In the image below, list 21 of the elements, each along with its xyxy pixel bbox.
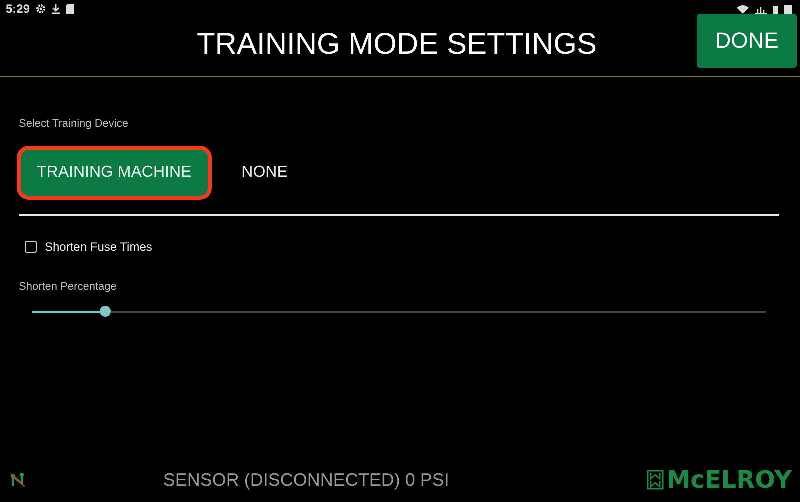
brand-logo: McELROY [666, 466, 792, 494]
checkbox[interactable] [25, 241, 37, 253]
disconnected-icon [10, 472, 26, 488]
signal-icon [755, 4, 767, 14]
slider-thumb[interactable] [100, 306, 112, 317]
logo-mark-icon [646, 470, 664, 490]
download-icon [52, 4, 60, 14]
done-button[interactable]: DONE [697, 14, 797, 68]
wifi-icon [737, 4, 749, 14]
slider-label: Shorten Percentage [19, 281, 118, 293]
checkbox-label: Shorten Fuse Times [45, 240, 152, 254]
sensor-status: SENSOR (DISCONNECTED) 0 PSI [162, 470, 450, 490]
gear-icon [36, 4, 46, 14]
battery-icon [773, 4, 778, 14]
device-option[interactable]: NONE [222, 146, 308, 200]
sd-card-icon [784, 4, 792, 14]
section-label: Select Training Device [19, 118, 130, 130]
page-title: TRAINING MODE SETTINGS [196, 27, 598, 62]
sd-card-icon [66, 4, 74, 14]
clock-time: 5:29 [6, 2, 30, 16]
device-option[interactable]: TRAINING MACHINE [17, 146, 212, 200]
